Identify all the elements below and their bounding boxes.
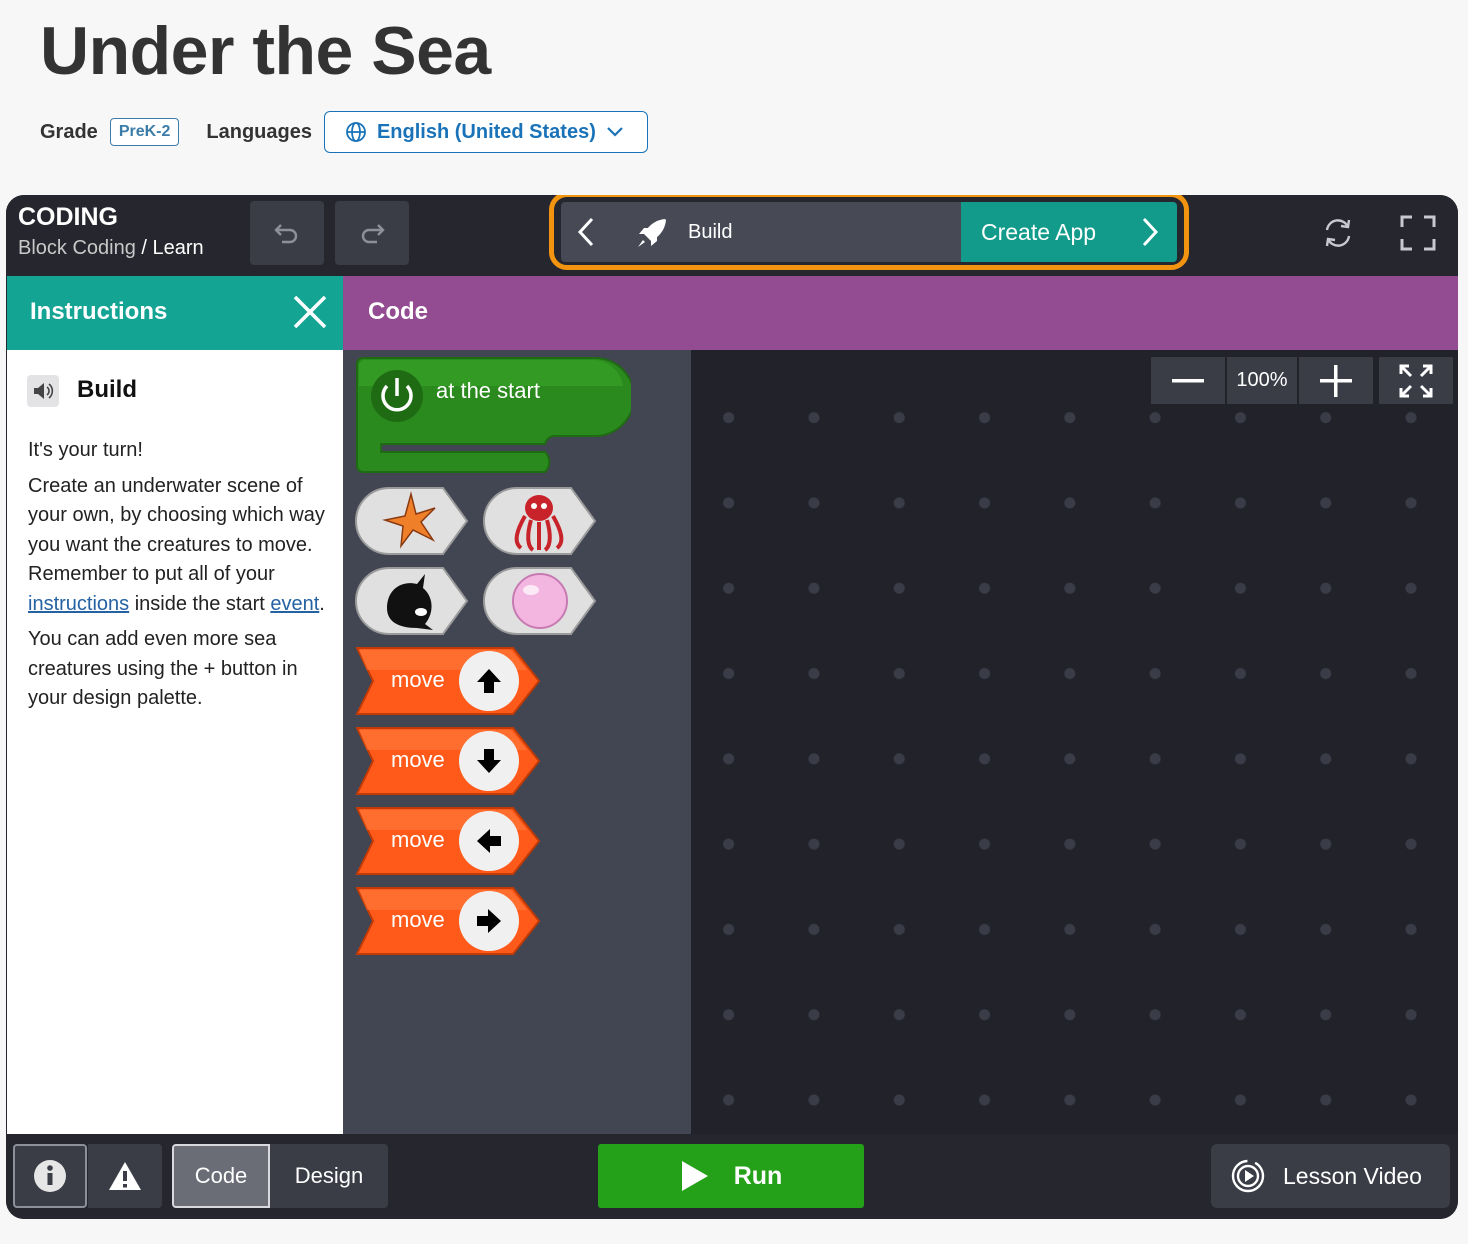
move-left-block[interactable]: move bbox=[355, 806, 541, 876]
instructions-paragraph: Create an underwater scene of your own, … bbox=[28, 472, 328, 620]
current-step-label: Build bbox=[688, 221, 733, 243]
redo-icon bbox=[361, 224, 385, 244]
info-button[interactable] bbox=[13, 1144, 87, 1208]
app-footer: Code Design Run Lesson Video bbox=[6, 1134, 1458, 1219]
zoom-controls: 100% bbox=[1151, 357, 1453, 404]
instructions-paragraph: It's your turn! bbox=[28, 439, 143, 461]
speaker-icon bbox=[34, 383, 54, 399]
move-label: move bbox=[391, 907, 445, 932]
instructions-text: It's your turn! Create an underwater sce… bbox=[28, 436, 328, 720]
move-label: move bbox=[391, 827, 445, 852]
warning-icon bbox=[109, 1162, 141, 1190]
grade-label: Grade bbox=[40, 120, 98, 143]
undo-icon bbox=[274, 224, 298, 244]
breadcrumb-separator: / bbox=[135, 237, 153, 259]
at-the-start-label: at the start bbox=[436, 378, 540, 403]
instructions-header: Instructions bbox=[7, 276, 343, 350]
move-block-shape bbox=[355, 807, 541, 875]
move-up-block[interactable]: move bbox=[355, 646, 541, 716]
run-label: Run bbox=[733, 1161, 783, 1190]
move-label: move bbox=[391, 747, 445, 772]
app-topbar: CODING Block Coding / Learn Build Create… bbox=[6, 195, 1458, 272]
page-title: Under the Sea bbox=[40, 13, 491, 89]
chevron-left-icon bbox=[577, 217, 594, 247]
previous-step-button[interactable] bbox=[561, 202, 611, 262]
language-value: English (United States) bbox=[376, 120, 596, 143]
next-step-button[interactable]: Create App bbox=[961, 202, 1177, 262]
grade-badge: PreK-2 bbox=[109, 118, 180, 146]
refresh-icon[interactable] bbox=[1320, 215, 1356, 251]
coding-app: CODING Block Coding / Learn Build Create… bbox=[6, 195, 1458, 1219]
instructions-link[interactable]: instructions bbox=[28, 593, 129, 615]
fullscreen-icon[interactable] bbox=[1400, 215, 1436, 251]
close-icon[interactable] bbox=[291, 293, 329, 331]
next-step-label: Create App bbox=[981, 218, 1097, 245]
move-block-shape bbox=[355, 727, 541, 795]
instructions-title: Instructions bbox=[30, 298, 168, 325]
step-navigator: Build Create App bbox=[561, 202, 1177, 262]
rocket-icon bbox=[638, 219, 666, 247]
chevron-right-icon bbox=[1142, 217, 1159, 247]
zoom-in-button[interactable] bbox=[1299, 357, 1373, 404]
instructions-step-title: Build bbox=[77, 376, 137, 403]
lesson-video-label: Lesson Video bbox=[1283, 1162, 1422, 1189]
octopus-sprite-block[interactable] bbox=[483, 486, 597, 556]
starfish-sprite-block[interactable] bbox=[355, 486, 469, 556]
orca-sprite-block[interactable] bbox=[355, 566, 469, 636]
event-link[interactable]: event bbox=[270, 593, 319, 615]
meta-row: Grade PreK-2 Languages English (United S… bbox=[40, 111, 648, 153]
warnings-button[interactable] bbox=[88, 1144, 162, 1208]
move-right-block[interactable]: move bbox=[355, 886, 541, 956]
breadcrumb-page: Learn bbox=[152, 237, 204, 259]
move-label: move bbox=[391, 667, 445, 692]
breadcrumb: Block Coding / Learn bbox=[18, 237, 204, 260]
instructions-text-span: Create an underwater scene of your own, … bbox=[28, 474, 325, 586]
video-play-icon bbox=[1231, 1159, 1265, 1193]
speaker-button[interactable] bbox=[27, 375, 59, 407]
play-icon bbox=[681, 1161, 708, 1191]
undo-button[interactable] bbox=[250, 201, 324, 265]
move-down-block[interactable]: move bbox=[355, 726, 541, 796]
language-select[interactable]: English (United States) bbox=[323, 111, 648, 153]
globe-icon bbox=[346, 122, 366, 142]
step-navigator-highlight: Build Create App bbox=[549, 195, 1189, 270]
fit-to-screen-button[interactable] bbox=[1379, 357, 1453, 404]
breadcrumb-course[interactable]: Block Coding bbox=[18, 237, 136, 259]
instructions-panel: Build It's your turn! Create an underwat… bbox=[7, 350, 343, 1134]
info-icon bbox=[34, 1160, 66, 1192]
languages-label: Languages bbox=[206, 120, 312, 143]
code-workspace[interactable] bbox=[691, 350, 1458, 1134]
minus-icon bbox=[1172, 378, 1204, 382]
tab-code[interactable]: Code bbox=[172, 1144, 270, 1208]
block-palette: at the start move move move move bbox=[343, 350, 691, 1134]
code-header: Code bbox=[343, 276, 1458, 350]
chevron-down-icon bbox=[607, 127, 623, 137]
expand-arrows-icon bbox=[1399, 364, 1433, 397]
zoom-out-button[interactable] bbox=[1151, 357, 1225, 404]
zoom-level: 100% bbox=[1227, 357, 1297, 404]
instructions-paragraph: You can add even more sea creatures usin… bbox=[28, 628, 298, 709]
plus-icon bbox=[1320, 364, 1352, 397]
brand-title: CODING bbox=[18, 203, 118, 231]
move-block-shape bbox=[355, 647, 541, 715]
at-the-start-block[interactable] bbox=[355, 356, 631, 476]
run-button[interactable]: Run bbox=[598, 1144, 864, 1208]
instructions-text-span: inside the start bbox=[129, 592, 271, 615]
bubble-sprite-block[interactable] bbox=[483, 566, 597, 636]
lesson-video-button[interactable]: Lesson Video bbox=[1211, 1144, 1450, 1208]
redo-button[interactable] bbox=[335, 201, 409, 265]
tab-design[interactable]: Design bbox=[270, 1144, 388, 1208]
code-title: Code bbox=[368, 298, 428, 325]
instructions-text-span: . bbox=[319, 592, 325, 615]
move-block-shape bbox=[355, 887, 541, 955]
